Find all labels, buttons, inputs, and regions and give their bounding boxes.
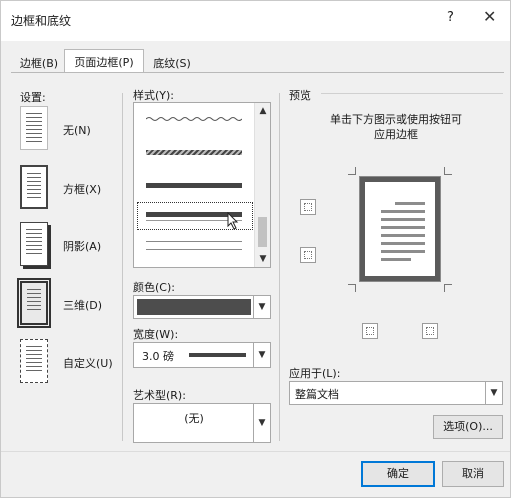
color-label: 颜色(C):: [133, 281, 175, 294]
tab-borders-label: 边框(B): [19, 57, 59, 70]
cursor-pointer-icon: [227, 212, 239, 230]
preview-rule: [321, 93, 503, 94]
options-button[interactable]: 选项(O)...: [433, 415, 503, 439]
preview-hint-line2: 应用边框: [374, 128, 418, 141]
close-icon[interactable]: ✕: [483, 7, 496, 26]
left-border-toggle-icon[interactable]: [362, 323, 378, 339]
preview-corner-br: [444, 284, 452, 292]
style-option-thin-a[interactable]: [146, 241, 242, 242]
art-value: (无): [184, 412, 204, 425]
style-scrollbar[interactable]: ▲ ▼: [254, 103, 270, 267]
art-dropdown-chevron-icon[interactable]: ▼: [253, 404, 270, 442]
width-label: 宽度(W):: [133, 328, 179, 341]
style-option-hatched[interactable]: [146, 150, 242, 155]
art-dropdown[interactable]: (无) ▼: [133, 403, 271, 443]
width-dropdown[interactable]: 3.0 磅 ▼: [133, 342, 271, 368]
preview-corner-tr: [444, 167, 452, 175]
scroll-up-icon[interactable]: ▲: [255, 103, 270, 119]
style-option-selected[interactable]: [137, 202, 253, 230]
top-border-toggle-icon[interactable]: [300, 199, 316, 215]
art-label: 艺术型(R):: [133, 389, 186, 402]
setting-shadow-label: 阴影(A): [63, 240, 102, 253]
tab-page-border-label: 页面边框(P): [74, 56, 134, 69]
divider-left: [122, 93, 123, 441]
width-dropdown-chevron-icon[interactable]: ▼: [253, 343, 270, 367]
cancel-button-label: 取消: [462, 467, 484, 480]
ok-button-label: 确定: [387, 467, 409, 480]
options-button-label: 选项(O)...: [443, 420, 493, 433]
bottom-border-toggle-icon[interactable]: [300, 247, 316, 263]
tab-shading-label: 底纹(S): [153, 57, 191, 70]
preview-corner-tl: [348, 167, 356, 175]
style-option-thin-b[interactable]: [146, 249, 242, 250]
tab-divider: [11, 72, 504, 73]
apply-to-value: 整篇文档: [295, 388, 339, 401]
preview-label: 预览: [289, 89, 311, 102]
custom-border-icon: [20, 339, 48, 383]
apply-to-label: 应用于(L):: [289, 367, 341, 380]
style-option-thick[interactable]: [146, 183, 242, 188]
scroll-down-icon[interactable]: ▼: [255, 251, 270, 267]
color-swatch: [137, 299, 251, 315]
title-bar: 边框和底纹 ? ✕: [1, 1, 510, 41]
settings-label: 设置:: [20, 91, 46, 104]
setting-none-label: 无(N): [63, 124, 91, 137]
divider-right: [279, 93, 280, 441]
preview-hint-line1: 单击下方图示或使用按钮可: [330, 113, 462, 126]
tab-page-border[interactable]: 页面边框(P): [64, 49, 144, 73]
color-dropdown[interactable]: ▼: [133, 295, 271, 319]
borders-and-shading-dialog: 边框和底纹 ? ✕ 边框(B) 页面边框(P) 底纹(S) 设置: 无(N) 方…: [0, 0, 511, 498]
tab-shading[interactable]: 底纹(S): [147, 51, 197, 73]
apply-to-chevron-icon[interactable]: ▼: [485, 382, 502, 404]
style-list[interactable]: ▲ ▼: [133, 102, 271, 268]
width-value: 3.0 磅: [142, 350, 174, 363]
box-border-icon: [20, 165, 48, 209]
preview-corner-bl: [348, 284, 356, 292]
scroll-thumb[interactable]: [258, 217, 267, 247]
cancel-button[interactable]: 取消: [442, 461, 504, 487]
ok-button[interactable]: 确定: [361, 461, 435, 487]
3d-border-icon: [17, 278, 51, 328]
setting-box-label: 方框(X): [63, 183, 102, 196]
none-border-icon: [20, 106, 48, 150]
shadow-border-icon: [20, 222, 48, 266]
style-option-wavy[interactable]: [146, 115, 242, 123]
help-icon[interactable]: ?: [447, 10, 454, 25]
footer-divider: [1, 451, 510, 452]
setting-custom-label: 自定义(U): [63, 357, 113, 370]
style-label: 样式(Y):: [133, 89, 175, 102]
setting-3d-label: 三维(D): [63, 299, 103, 312]
dialog-title: 边框和底纹: [11, 14, 72, 28]
preview-page[interactable]: [359, 176, 441, 282]
tab-borders[interactable]: 边框(B): [15, 51, 63, 73]
width-line-preview: [189, 353, 246, 357]
color-dropdown-chevron-icon[interactable]: ▼: [253, 296, 270, 318]
right-border-toggle-icon[interactable]: [422, 323, 438, 339]
apply-to-dropdown[interactable]: 整篇文档 ▼: [289, 381, 503, 405]
